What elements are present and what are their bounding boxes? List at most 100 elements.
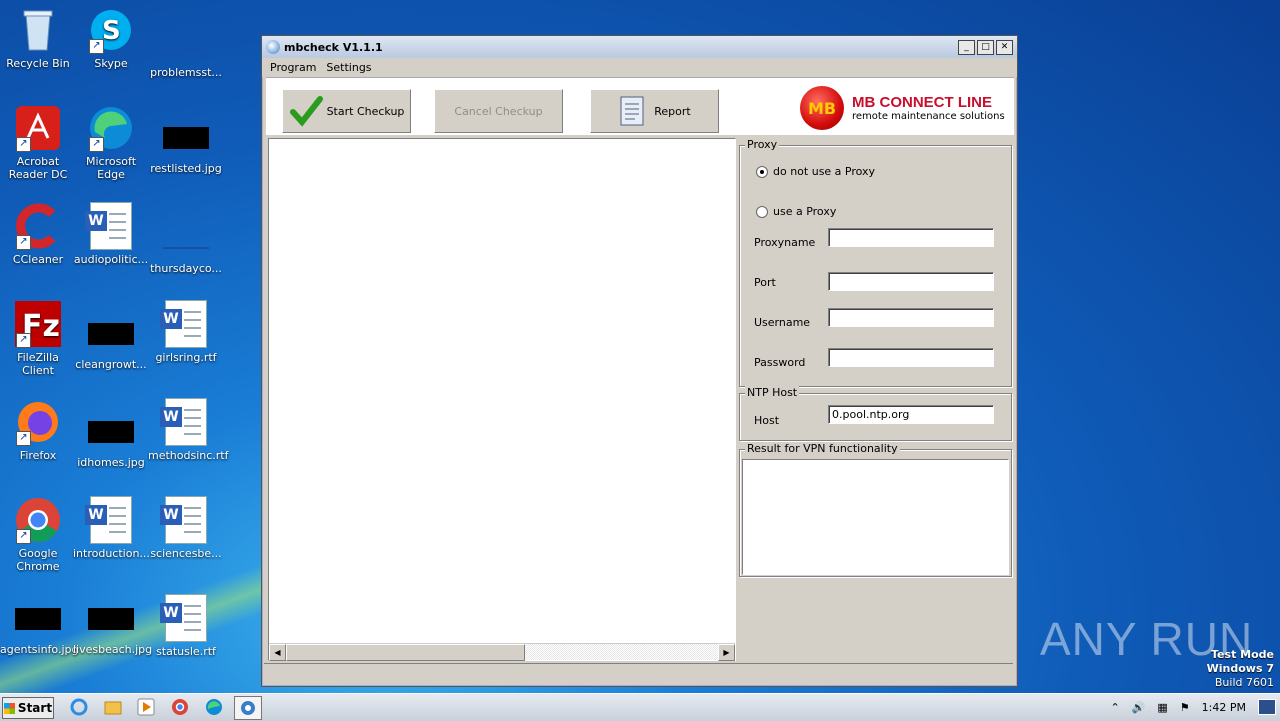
proxy-group: Proxy do not use a Proxy use a Proxy Pro… [739,138,1012,387]
desktop-icon-restlisted[interactable]: restlisted.jpg [148,114,224,175]
image-file-icon [15,608,61,630]
chrome-icon [172,699,188,715]
desktop-icon-methodsinc[interactable]: W methodsinc.rtf [148,398,229,462]
desktop-icon-thursdayco[interactable]: thursdayco... [148,212,224,275]
maximize-button[interactable]: □ [977,39,994,55]
desktop-icon-idhomes[interactable]: idhomes.jpg [73,408,149,469]
ccleaner-icon: ↗ [14,202,62,250]
desktop-icon-girlsring[interactable]: W girlsring.rtf [148,300,224,364]
test-mode-notice: Test Mode Windows 7 Build 7601 [1206,648,1274,689]
horizontal-scrollbar[interactable]: ◀ ▶ [269,643,735,661]
scroll-thumb[interactable] [286,644,525,661]
tray-expand-icon[interactable]: ⌃ [1110,701,1119,714]
radio-selected-icon [756,165,768,178]
skype-icon: S ↗ [87,6,135,54]
mbcheck-app-icon [241,701,255,715]
firefox-icon: ↗ [14,398,62,446]
desktop-icon-chrome[interactable]: ↗ Google Chrome [0,496,76,573]
minimize-button[interactable]: _ [958,39,975,55]
close-button[interactable]: ✕ [996,39,1013,55]
desktop-icon-statusle[interactable]: W statusle.rtf [148,594,224,658]
desktop-icon-livesbeach[interactable]: livesbeach.jpg [73,604,152,656]
desktop-icon-audiopolitic[interactable]: W audiopolitic... [73,202,149,266]
image-file-icon [88,421,134,443]
host-label: Host [754,414,780,427]
desktop-icon-skype[interactable]: S ↗ Skype [73,6,149,70]
desktop-icon-edge[interactable]: ↗ Microsoft Edge [73,104,149,181]
desktop-icon-acrobat[interactable]: ↗ Acrobat Reader DC [0,104,76,181]
show-desktop-button[interactable] [1258,699,1276,715]
taskbar-ie[interactable] [66,696,92,718]
edge-icon: ↗ [87,104,135,152]
folder-icon [104,701,122,715]
username-label: Username [754,316,811,329]
media-player-icon [137,698,155,716]
filezilla-icon: Fz ↗ [14,300,62,348]
radio-unselected-icon [756,205,768,218]
desktop-icon-introduction[interactable]: W introduction... [73,496,150,560]
clock[interactable]: 1:42 PM [1202,701,1246,714]
title-bar[interactable]: mbcheck V1.1.1 _ □ ✕ [262,36,1017,58]
taskbar-chrome[interactable] [167,696,193,718]
username-input[interactable] [828,308,994,327]
taskbar-edge[interactable] [201,696,227,718]
report-icon [620,96,644,126]
vpn-result-group: Result for VPN functionality [739,442,1012,577]
recycle-bin-icon [14,6,62,54]
checkmark-icon [289,96,323,127]
log-output-pane[interactable]: ◀ ▶ [268,138,736,661]
svg-text:S: S [102,16,121,46]
word-doc-icon: W [85,202,135,250]
scroll-left-icon[interactable]: ◀ [269,644,286,661]
taskbar-media-player[interactable] [133,696,159,718]
app-icon [266,40,280,54]
taskbar: Start ⌃ 🔊 ▦ ⚑ 1:42 PM [0,693,1280,721]
system-tray: ⌃ 🔊 ▦ ⚑ 1:42 PM [1104,694,1280,721]
desktop-icon-filezilla[interactable]: Fz ↗ FileZilla Client [0,300,76,377]
image-file-icon [163,225,209,249]
proxyname-label: Proxyname [754,236,816,249]
port-label: Port [754,276,776,289]
chrome-icon: ↗ [14,496,62,544]
network-icon[interactable]: ▦ [1157,701,1167,714]
word-doc-icon: W [160,496,210,544]
menu-program[interactable]: Program [270,61,316,74]
desktop-icon-sciencesbe[interactable]: W sciencesbe... [148,496,224,560]
word-doc-icon: W [160,398,210,446]
radio-no-proxy[interactable]: do not use a Proxy [756,165,875,178]
menu-bar: Program Settings [262,58,1017,77]
edge-icon [206,699,222,715]
desktop-icon-firefox[interactable]: ↗ Firefox [0,398,76,462]
windows-logo-icon [3,702,15,714]
word-doc-icon: W [160,594,210,642]
taskbar-mbcheck[interactable] [234,696,262,720]
action-center-icon[interactable]: ⚑ [1180,701,1190,714]
scroll-right-icon[interactable]: ▶ [718,644,735,661]
desktop-icon-problemsst[interactable]: problemsst... [148,16,224,79]
desktop-icon-cleangrowt[interactable]: cleangrowt... [73,310,149,371]
radio-use-proxy[interactable]: use a Proxy [756,205,836,218]
desktop-icon-ccleaner[interactable]: ↗ CCleaner [0,202,76,266]
password-input[interactable] [828,348,994,367]
taskbar-explorer[interactable] [100,696,126,718]
image-file-icon [88,608,134,630]
start-button[interactable]: Start [2,697,54,719]
cancel-checkup-button[interactable]: Cancel Checkup [434,89,563,133]
port-input[interactable] [828,272,994,291]
start-checkup-button[interactable]: Start Checkup [282,89,411,133]
status-bar [264,663,1013,684]
volume-icon[interactable]: 🔊 [1132,701,1146,714]
desktop-icon-agentsinfo[interactable]: agentsinfo.jpg [0,604,78,656]
internet-explorer-icon [70,698,88,716]
proxyname-input[interactable] [828,228,994,247]
word-doc-icon: W [160,300,210,348]
desktop-icon-recycle-bin[interactable]: Recycle Bin [0,6,76,70]
report-button[interactable]: Report [590,89,719,133]
menu-settings[interactable]: Settings [326,61,371,74]
mbcheck-window: mbcheck V1.1.1 _ □ ✕ Program Settings St… [261,35,1018,687]
mb-connect-line-logo: MB MB CONNECT LINE remote maintenance so… [800,83,1008,133]
vpn-result-textarea[interactable] [742,459,1009,575]
acrobat-icon: ↗ [14,104,62,152]
ntp-host-input[interactable] [828,405,994,424]
image-file-icon [163,29,209,53]
